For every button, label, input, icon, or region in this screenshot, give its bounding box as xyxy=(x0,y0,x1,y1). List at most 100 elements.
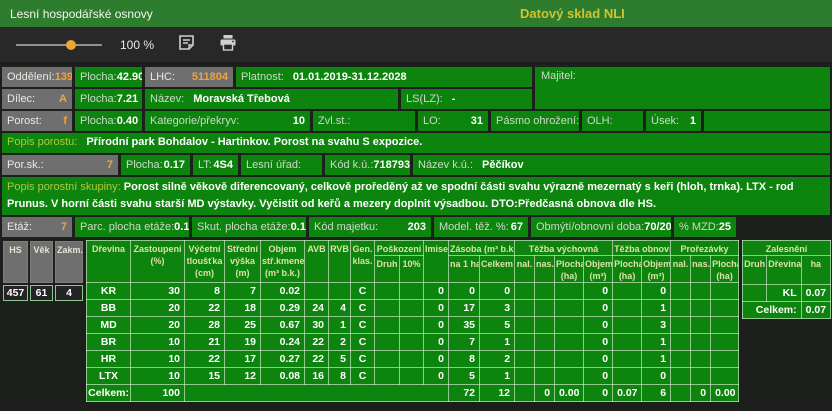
zalesneni-total: Celkem: 0.07 xyxy=(743,302,831,319)
table-cell xyxy=(535,300,555,317)
field-label: Plocha: xyxy=(126,159,163,171)
field-value: 67 xyxy=(511,221,523,233)
form-row-popis-skupiny: Popis porostní skupiny: Porost silně věk… xyxy=(2,177,830,215)
field-label: LHC: xyxy=(150,71,175,83)
table-cell: LTX xyxy=(87,368,131,385)
printer-icon xyxy=(219,34,237,56)
table-cell: 1 xyxy=(642,351,671,368)
field-value: 7 xyxy=(61,221,67,233)
field-value: 0.17 xyxy=(291,221,306,233)
col-header-ha: ha xyxy=(801,256,830,285)
table-cell: 3 xyxy=(480,300,515,317)
zoom-slider[interactable] xyxy=(16,38,102,52)
col-group-zalesneni: Zalesnění xyxy=(743,241,831,256)
col-header-hs: HS xyxy=(3,241,28,283)
table-row[interactable]: BB2022180.29244C017301 xyxy=(87,300,739,317)
table-cell xyxy=(555,283,584,300)
table-cell: 0 xyxy=(584,300,613,317)
col-header-gen-klas: Gen.klas. xyxy=(351,241,375,283)
total-row[interactable]: Celkem: 100 72 12 0 0.00 0 0.07 6 0 0.00 xyxy=(87,385,739,402)
col-header-objem-kmene: Objemstř.kmene(m³ b.k.) xyxy=(261,241,305,283)
table-cell: 2 xyxy=(480,351,515,368)
table-cell: 7 xyxy=(225,283,261,300)
table-cell: 15 xyxy=(185,368,225,385)
table-cell xyxy=(555,334,584,351)
field-value: 718793 xyxy=(373,159,410,171)
field-value: 0.40 xyxy=(117,115,138,127)
table-cell: 0 xyxy=(424,317,449,334)
col-header-nal: nal. xyxy=(515,256,535,283)
table-cell: 0 xyxy=(424,334,449,351)
field-value: 0.17 xyxy=(174,221,189,233)
table-row[interactable]: KR30870.02C00000 xyxy=(87,283,739,300)
table-row[interactable]: BR1021190.24222C07101 xyxy=(87,334,739,351)
table-row[interactable]: 457614 xyxy=(3,285,83,301)
table-cell xyxy=(515,283,535,300)
table-cell xyxy=(400,317,424,334)
table-cell: 24 xyxy=(305,300,329,317)
table-cell: 0 xyxy=(584,334,613,351)
table-cell: 8 xyxy=(185,283,225,300)
field-label: Parc. plocha etáže: xyxy=(80,221,174,233)
col-header-na1ha: na 1 ha xyxy=(449,256,480,283)
table-cell: C xyxy=(351,283,375,300)
table-cell: 0 xyxy=(424,300,449,317)
field-label: Název k.ú.: xyxy=(418,159,473,171)
table-cell xyxy=(515,368,535,385)
field-label: Popis porostu: xyxy=(7,134,77,151)
col-header-10pct: 10% xyxy=(400,256,424,283)
table-cell xyxy=(400,351,424,368)
field-value: Porost silně věkově diferencovaný, celko… xyxy=(7,181,794,210)
table-cell: 4 xyxy=(55,285,83,301)
col-header-drevina: Dřevina xyxy=(767,256,801,285)
table-cell: 2 xyxy=(329,334,351,351)
col-header-vycetni-tloustka: Výčetnítloušťka(cm) xyxy=(185,241,225,283)
table-row[interactable]: KL0.07 xyxy=(743,285,831,302)
table-cell: C xyxy=(351,334,375,351)
total-nal-pror xyxy=(671,385,691,402)
field-label: LS(LZ): xyxy=(406,93,443,105)
table-cell xyxy=(691,351,711,368)
zoom-slider-track[interactable] xyxy=(16,44,102,46)
field-label: Por.sk.: xyxy=(7,159,44,171)
table-row[interactable]: HR1022170.27225C08201 xyxy=(87,351,739,368)
table-row[interactable]: MD2028250.67301C035503 xyxy=(87,317,739,334)
field-mzd: % MZD: 25 xyxy=(674,217,736,237)
table-cell: BR xyxy=(87,334,131,351)
total-row[interactable]: Celkem: 0.07 xyxy=(743,302,831,319)
field-label: LT: xyxy=(198,159,212,171)
total-plocha-obn: 0.07 xyxy=(613,385,642,402)
table-cell xyxy=(535,317,555,334)
print-button[interactable] xyxy=(219,34,237,56)
table-cell: 0.24 xyxy=(261,334,305,351)
col-header-vek: Věk xyxy=(30,241,53,283)
notes-button[interactable] xyxy=(178,34,195,56)
field-porost-plocha: Plocha: 0.40 xyxy=(75,111,142,131)
col-header-stredni-vyska: Střednívýška(m) xyxy=(225,241,261,283)
table-cell: C xyxy=(351,300,375,317)
table-cell: 1 xyxy=(480,334,515,351)
zalesneni-table: Zalesnění Druh Dřevina ha KL0.07 Celkem:… xyxy=(742,240,831,319)
zoom-slider-handle[interactable] xyxy=(66,40,76,50)
field-label: OLH: xyxy=(587,115,613,127)
col-group-tezba-obnovni: Těžba obnovní xyxy=(613,241,671,256)
table-cell xyxy=(535,334,555,351)
field-majitel: Majitel: xyxy=(535,67,830,109)
field-skut-plocha: Skut. plocha etáže: 0.17 xyxy=(192,217,306,237)
field-value: 203 xyxy=(408,221,426,233)
table-cell xyxy=(613,317,642,334)
field-value: 139 xyxy=(55,71,72,83)
table-cell xyxy=(691,317,711,334)
field-empty xyxy=(704,111,830,131)
page-title: Lesní hospodářské osnovy xyxy=(10,7,153,21)
table-row[interactable]: LTX1015120.08168C05100 xyxy=(87,368,739,385)
field-value: 25 xyxy=(719,221,731,233)
col-header-nas: nas. xyxy=(535,256,555,283)
table-cell xyxy=(613,300,642,317)
field-value: 511804 xyxy=(192,71,228,83)
field-value: 1 xyxy=(690,115,696,127)
total-label: Celkem: xyxy=(87,385,131,402)
table-cell: 25 xyxy=(225,317,261,334)
table-cell xyxy=(613,334,642,351)
table-cell: BB xyxy=(87,300,131,317)
